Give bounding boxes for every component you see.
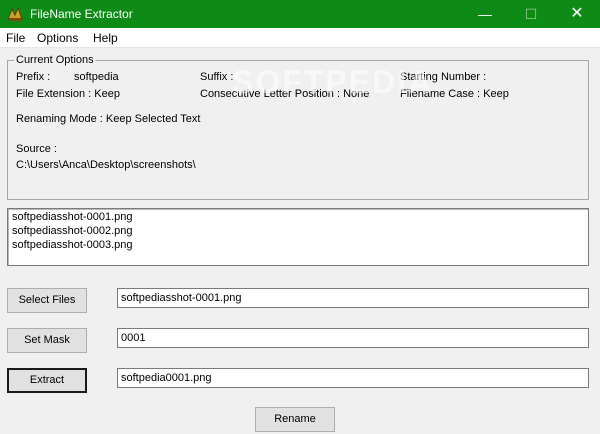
minimize-button[interactable]: — bbox=[462, 0, 508, 28]
app-logo-icon bbox=[6, 5, 24, 23]
menu-bar: File Options Help bbox=[0, 28, 600, 48]
select-files-button[interactable]: Select Files bbox=[7, 288, 87, 313]
list-item[interactable]: softpediasshot-0003.png bbox=[12, 239, 132, 251]
maximize-button[interactable]: ☐ bbox=[508, 0, 554, 28]
title-bar: FileName Extractor — ☐ ✕ bbox=[0, 0, 600, 28]
menu-help[interactable]: Help bbox=[93, 31, 118, 45]
file-extension-text: File Extension : Keep bbox=[16, 88, 120, 100]
extract-button[interactable]: Extract bbox=[7, 368, 87, 393]
current-options-group: Current Options Prefix : softpedia Suffi… bbox=[7, 54, 589, 200]
rename-button[interactable]: Rename bbox=[255, 407, 335, 432]
window-title: FileName Extractor bbox=[30, 7, 133, 21]
menu-file[interactable]: File bbox=[6, 31, 25, 45]
prefix-label: Prefix : bbox=[16, 71, 51, 83]
filename-case-text: Filename Case : Keep bbox=[400, 88, 509, 100]
suffix-label: Suffix : bbox=[200, 71, 234, 83]
close-button[interactable]: ✕ bbox=[554, 0, 600, 28]
list-item[interactable]: softpediasshot-0002.png bbox=[12, 225, 132, 237]
source-path: C:\Users\Anca\Desktop\screenshots\ bbox=[16, 159, 196, 171]
list-item[interactable]: softpediasshot-0001.png bbox=[12, 211, 132, 223]
renaming-mode-text: Renaming Mode : Keep Selected Text bbox=[16, 113, 201, 125]
prefix-value: softpedia bbox=[74, 71, 119, 83]
source-label: Source : bbox=[16, 143, 57, 155]
file-list[interactable]: softpediasshot-0001.png softpediasshot-0… bbox=[7, 208, 589, 266]
selected-file-field[interactable]: softpediasshot-0001.png bbox=[117, 288, 589, 308]
set-mask-button[interactable]: Set Mask bbox=[7, 328, 87, 353]
consecutive-letter-position-text: Consecutive Letter Position : None bbox=[200, 88, 370, 100]
group-title: Current Options bbox=[14, 54, 96, 66]
menu-options[interactable]: Options bbox=[37, 31, 78, 45]
extract-result-field[interactable]: softpedia0001.png bbox=[117, 368, 589, 388]
mask-field[interactable]: 0001 bbox=[117, 328, 589, 348]
starting-number-label: Starting Number : bbox=[400, 71, 487, 83]
